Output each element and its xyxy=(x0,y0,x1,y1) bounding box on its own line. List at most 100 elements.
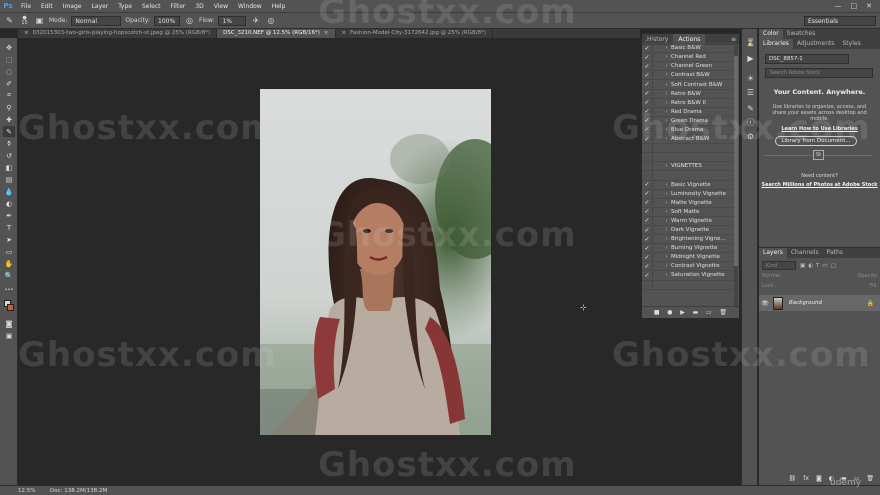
menu-edit[interactable]: Edit xyxy=(36,3,58,10)
expand-arrow-icon[interactable]: › xyxy=(662,218,671,224)
color-swatches-icon[interactable] xyxy=(3,300,15,311)
layer-kind-select[interactable]: Kind xyxy=(762,261,796,270)
action-row[interactable]: ✓ › Channel Green xyxy=(642,62,735,72)
action-row[interactable]: ✓ › Contrast Vignette xyxy=(642,262,735,272)
dialog-toggle[interactable] xyxy=(652,153,662,161)
properties-icon[interactable]: ⚙ xyxy=(745,131,756,142)
layer-name[interactable]: Background xyxy=(789,300,822,306)
fill-label[interactable]: Fill: xyxy=(870,283,878,289)
expand-arrow-icon[interactable]: › xyxy=(662,45,671,51)
dialog-toggle[interactable] xyxy=(652,99,662,107)
dialog-toggle[interactable] xyxy=(652,135,662,143)
dialog-toggle[interactable] xyxy=(652,126,662,134)
info-icon[interactable]: ⓘ xyxy=(745,117,756,128)
checkmark-icon[interactable]: ✓ xyxy=(642,236,652,243)
pen-tool-icon[interactable]: ✒ xyxy=(3,210,15,221)
expand-arrow-icon[interactable]: › xyxy=(662,136,671,142)
dialog-toggle[interactable] xyxy=(652,44,662,52)
blend-mode-select[interactable]: Normal xyxy=(762,273,780,279)
move-tool-icon[interactable]: ✥ xyxy=(3,42,15,53)
document-photo[interactable] xyxy=(260,89,491,435)
expand-arrow-icon[interactable]: › xyxy=(662,209,671,215)
close-window-button[interactable]: ✕ xyxy=(866,2,872,10)
new-set-icon[interactable]: ▬ xyxy=(693,309,699,316)
checkmark-icon[interactable]: ✓ xyxy=(642,181,652,188)
library-from-document-button[interactable]: Library from Document... xyxy=(775,136,857,146)
expand-arrow-icon[interactable]: › xyxy=(662,40,671,42)
action-row[interactable]: ✓ › Brightening Vigne... xyxy=(642,235,735,245)
zoom-tool-icon[interactable]: 🔍 xyxy=(3,270,15,281)
clone-stamp-tool-icon[interactable]: ⚱ xyxy=(3,138,15,149)
action-row[interactable]: ✓ › Retro B&W xyxy=(642,90,735,99)
tab-styles[interactable]: Styles xyxy=(839,39,865,49)
expand-arrow-icon[interactable]: › xyxy=(662,191,671,197)
dialog-toggle[interactable] xyxy=(652,190,662,198)
expand-arrow-icon[interactable]: › xyxy=(662,100,671,106)
brush-tool-icon[interactable]: ✎ xyxy=(4,15,15,26)
menu-view[interactable]: View xyxy=(209,3,233,10)
history-panel-icon[interactable]: ⌛ xyxy=(745,37,756,48)
blur-tool-icon[interactable]: 💧 xyxy=(3,186,15,197)
hand-tool-icon[interactable]: ✋ xyxy=(3,258,15,269)
quick-mask-icon[interactable]: ◙ xyxy=(3,318,15,329)
menu-file[interactable]: File xyxy=(16,3,36,10)
dialog-toggle[interactable] xyxy=(652,244,662,252)
dialog-toggle[interactable] xyxy=(652,235,662,243)
checkmark-icon[interactable]: ✓ xyxy=(642,254,652,261)
action-row[interactable]: ✓ › Midnight Vignette xyxy=(642,253,735,263)
action-row[interactable]: ✓ › Luminosity Vignette xyxy=(642,190,735,199)
expand-arrow-icon[interactable]: › xyxy=(662,72,671,78)
dialog-toggle[interactable] xyxy=(652,162,662,170)
menu-image[interactable]: Image xyxy=(58,3,87,10)
dodge-tool-icon[interactable]: ◐ xyxy=(3,198,15,209)
brush-preset-icon[interactable]: ● 15 xyxy=(19,15,30,26)
checkmark-icon[interactable]: ✓ xyxy=(642,136,652,143)
tab-swatches[interactable]: Swatches xyxy=(783,29,820,39)
action-row[interactable]: ✓ › Green Drama xyxy=(642,117,735,126)
shape-tool-icon[interactable]: ▭ xyxy=(3,246,15,257)
tab-adjustments[interactable]: Adjustments xyxy=(793,39,839,49)
stop-recording-icon[interactable]: ■ xyxy=(654,309,660,316)
expand-arrow-icon[interactable]: › xyxy=(662,82,671,88)
brush-settings-icon[interactable]: ✎ xyxy=(745,103,756,114)
menu-3d[interactable]: 3D xyxy=(190,3,208,10)
levels-icon[interactable]: ☰ xyxy=(745,87,756,98)
tab-close-icon[interactable]: × xyxy=(324,29,329,38)
action-row[interactable]: ✓ › Warm Vignette xyxy=(642,217,735,226)
tab-layers[interactable]: Layers xyxy=(759,248,787,258)
checkmark-icon[interactable]: ✓ xyxy=(642,217,652,224)
tab-close-icon[interactable]: × xyxy=(24,29,29,38)
action-row[interactable]: ✓ › Soft Matte xyxy=(642,208,735,217)
airbrush-icon[interactable]: ✈ xyxy=(250,15,261,26)
expand-arrow-icon[interactable]: › xyxy=(662,163,671,169)
action-row[interactable]: ✓ › Saturation Vignette xyxy=(642,271,735,281)
checkmark-icon[interactable]: ✓ xyxy=(642,208,652,215)
lock-icon[interactable]: 🔒 xyxy=(867,300,874,307)
healing-brush-tool-icon[interactable]: ✚ xyxy=(3,114,15,125)
expand-arrow-icon[interactable]: › xyxy=(662,63,671,69)
action-row[interactable]: › VIGNETTES xyxy=(642,162,735,172)
checkmark-icon[interactable]: ✓ xyxy=(642,190,652,197)
maximize-button[interactable]: □ xyxy=(851,2,858,10)
action-row[interactable] xyxy=(642,171,735,181)
minimize-button[interactable]: — xyxy=(835,2,842,10)
tab-fashion-model[interactable]: × Fashion-Model-City-3172642.jpg @ 25% (… xyxy=(336,29,494,38)
eye-icon[interactable]: 👁 xyxy=(759,300,771,307)
checkmark-icon[interactable]: ✓ xyxy=(642,126,652,133)
action-row[interactable]: ✓ › Blue Drama xyxy=(642,126,735,136)
expand-arrow-icon[interactable]: › xyxy=(662,54,671,60)
dialog-toggle[interactable] xyxy=(652,144,662,152)
more-tools-icon[interactable]: ••• xyxy=(3,284,15,295)
tab-close-icon[interactable]: × xyxy=(342,29,347,38)
shape-filter-icon[interactable]: ▭ xyxy=(822,263,827,269)
expand-arrow-icon[interactable]: › xyxy=(662,118,671,124)
smart-filter-icon[interactable]: ▢ xyxy=(831,263,836,269)
brush-panel-icon[interactable]: ▣ xyxy=(34,15,45,26)
expand-arrow-icon[interactable]: › xyxy=(662,254,671,260)
expand-arrow-icon[interactable]: › xyxy=(662,263,671,269)
gradient-tool-icon[interactable]: ▤ xyxy=(3,174,15,185)
eyedropper-tool-icon[interactable]: ⚲ xyxy=(3,102,15,113)
checkmark-icon[interactable]: ✓ xyxy=(642,40,652,43)
dialog-toggle[interactable] xyxy=(652,217,662,225)
dialog-toggle[interactable] xyxy=(652,71,662,79)
